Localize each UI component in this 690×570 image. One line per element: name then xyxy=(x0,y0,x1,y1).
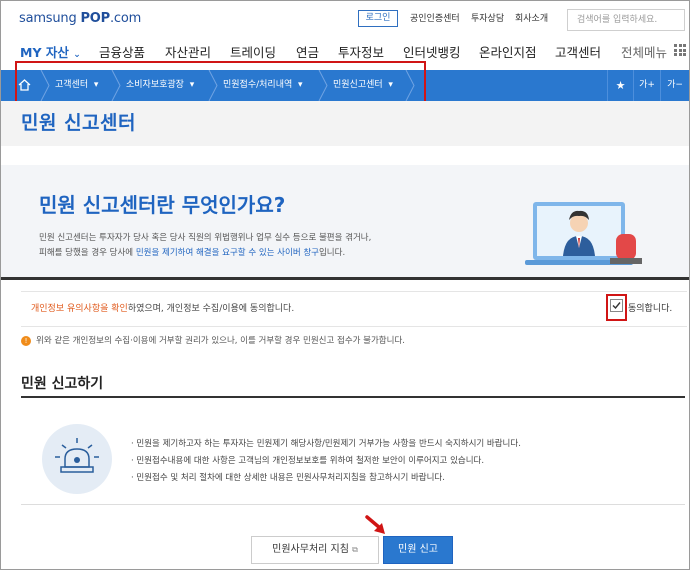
info-icon: ! xyxy=(21,335,31,346)
nav-item-online-branch[interactable]: 온라인지점 xyxy=(479,42,537,61)
report-button[interactable]: 민원 신고 xyxy=(383,536,453,564)
nav-item-asset-mgmt[interactable]: 자산관리 xyxy=(165,42,211,61)
nav-my-asset[interactable]: MY 자산 ⌄ xyxy=(20,42,81,61)
grid-menu-icon[interactable] xyxy=(674,44,686,56)
nav-item-customer-center[interactable]: 고객센터 xyxy=(555,42,601,61)
favorite-star-icon[interactable]: ★ xyxy=(607,70,633,101)
guide-button-label: 민원사무처리 지침 xyxy=(272,544,349,555)
siren-icon xyxy=(42,424,112,494)
logo-prefix: samsung xyxy=(19,11,81,26)
font-decrease-button[interactable]: 가− xyxy=(660,70,689,101)
logo-main: POP xyxy=(80,11,110,26)
nav-my-asset-label: MY 자산 xyxy=(20,45,69,60)
consent-checkbox-label[interactable]: 동의합니다. xyxy=(628,301,672,314)
intro-line-2-pre: 피해를 당했을 경우 당사에 xyxy=(39,248,136,258)
top-bar: samsung POP.com 로그인 공인인증센터 투자상담 회사소개 검색어… xyxy=(1,1,689,37)
intro-line-1: 민원 신고센터는 투자자가 당사 혹은 당사 직원의 위법행위나 업무 실수 등… xyxy=(39,233,372,243)
info-item-3: · 민원접수 및 처리 절차에 대한 상세한 내용은 민원사무처리지침을 참고하… xyxy=(131,473,445,483)
login-button[interactable]: 로그인 xyxy=(358,10,398,27)
privacy-notice-link[interactable]: 개인정보 유의사항을 확인 xyxy=(31,304,128,314)
search-input[interactable]: 검색어를 입력하세요. xyxy=(567,9,685,31)
nav-item-invest-info[interactable]: 투자정보 xyxy=(338,42,384,61)
consent-text: 개인정보 유의사항을 확인하였으며, 개인정보 수집/이용에 동의합니다. xyxy=(31,301,294,314)
logo-suffix: .com xyxy=(109,11,142,26)
util-link-consult[interactable]: 투자상담 xyxy=(471,10,504,28)
util-link-company[interactable]: 회사소개 xyxy=(515,10,548,28)
guide-button[interactable]: 민원사무처리 지침 ⧉ xyxy=(251,536,379,564)
info-item-1: · 민원을 제기하고자 하는 투자자는 민원제기 해당사항/민원제기 거부가능 … xyxy=(131,439,521,449)
info-item-2: · 민원접수내용에 대한 사항은 고객님의 개인정보보호를 위하여 철저한 보안… xyxy=(131,456,485,466)
intro-line-2: 피해를 당했을 경우 당사에 민원을 제기하여 해결을 요구할 수 있는 사이버… xyxy=(39,246,345,258)
external-window-icon: ⧉ xyxy=(352,545,358,554)
nav-item-pension[interactable]: 연금 xyxy=(296,42,319,61)
highlight-box-breadcrumb xyxy=(15,61,426,104)
font-increase-button[interactable]: 가+ xyxy=(633,70,660,101)
intro-line-2-post: 입니다. xyxy=(318,248,346,258)
consent-text-body: 하였으며, 개인정보 수집/이용에 동의합니다. xyxy=(127,304,295,314)
nav-item-trading[interactable]: 트레이딩 xyxy=(230,42,276,61)
section-title: 민원 신고하기 xyxy=(21,376,104,392)
chevron-down-icon: ⌄ xyxy=(73,50,81,60)
section-divider xyxy=(21,396,685,398)
browser-frame: samsung POP.com 로그인 공인인증센터 투자상담 회사소개 검색어… xyxy=(0,0,690,570)
red-arrow-icon xyxy=(365,515,385,534)
notice-text: ! 위와 같은 개인정보의 수집·이용에 거부할 권리가 있으나, 이를 거부할 … xyxy=(21,334,405,346)
nav-item-banking[interactable]: 인터넷뱅킹 xyxy=(403,42,461,61)
intro-line-2-highlight: 민원을 제기하여 해결을 요구할 수 있는 사이버 창구 xyxy=(135,248,319,258)
page-title: 민원 신고센터 xyxy=(21,112,136,134)
highlight-box-checkbox xyxy=(606,294,627,321)
monitor-agent-illustration xyxy=(525,202,642,265)
nav-item-products[interactable]: 금융상품 xyxy=(99,42,145,61)
notice-body: 위와 같은 개인정보의 수집·이용에 거부할 권리가 있으나, 이를 거부할 경… xyxy=(36,336,405,346)
nav-all-menu[interactable]: 전체메뉴 xyxy=(621,42,667,61)
intro-title: 민원 신고센터란 무엇인가요? xyxy=(39,193,286,217)
site-logo[interactable]: samsung POP.com xyxy=(19,11,141,26)
util-link-cert[interactable]: 공인인증센터 xyxy=(410,10,460,28)
